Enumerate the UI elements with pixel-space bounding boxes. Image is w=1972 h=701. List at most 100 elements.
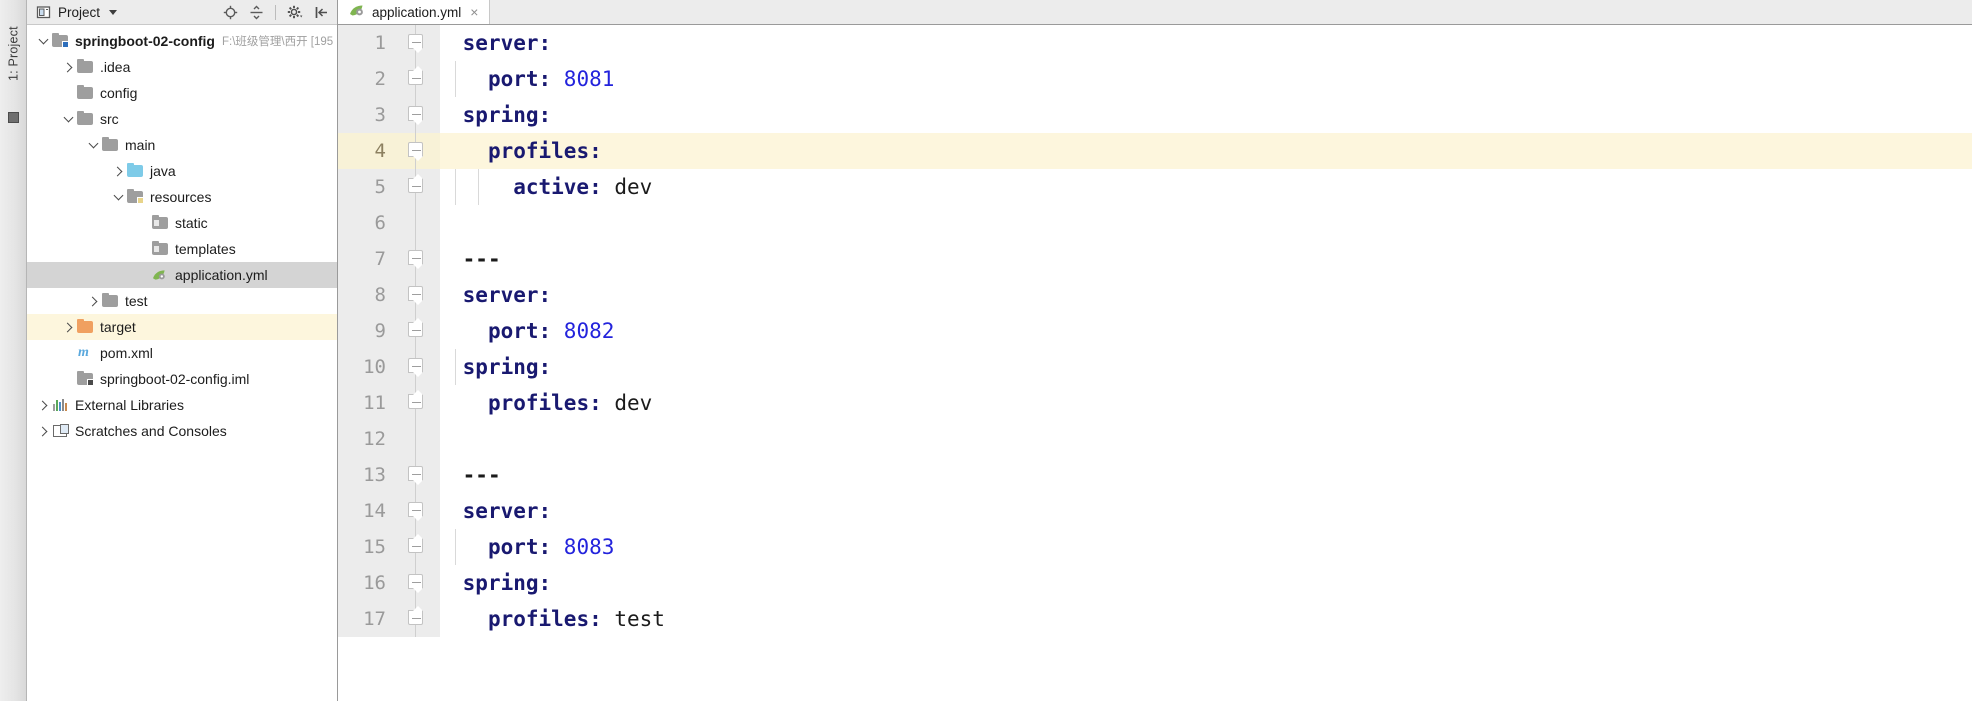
- code-line[interactable]: 2 port: 8081: [338, 61, 1972, 97]
- chevron-right-icon: [62, 322, 73, 332]
- project-tree[interactable]: springboot-02-config F:\班级管理\西开 [19525] .i…: [27, 25, 337, 701]
- code-line-text: server:: [462, 31, 552, 55]
- module-folder-icon: [52, 32, 70, 49]
- tree-twisty[interactable]: [85, 293, 102, 310]
- folder-grey-icon: [77, 84, 95, 101]
- tree-node-external-libraries[interactable]: External Libraries: [27, 392, 337, 418]
- code-line[interactable]: 1 server:: [338, 25, 1972, 61]
- tree-node-scratches-and-consoles[interactable]: Scratches and Consoles: [27, 418, 337, 444]
- fold-gutter[interactable]: [398, 61, 434, 97]
- line-number: 11: [338, 385, 398, 421]
- code-line[interactable]: 7 ---: [338, 241, 1972, 277]
- fold-gutter[interactable]: [398, 529, 434, 565]
- line-number: 17: [338, 601, 398, 637]
- editor-body[interactable]: 1 server: 2 port: 8081 3 spring: 4 profiles…: [338, 25, 1972, 701]
- fold-gutter[interactable]: [398, 205, 434, 241]
- tree-node-springboot-02-config[interactable]: springboot-02-config F:\班级管理\西开 [19525]: [27, 28, 337, 54]
- tree-twisty[interactable]: [85, 137, 102, 154]
- code-line-text: ---: [462, 463, 501, 487]
- tree-node-label: resources: [150, 189, 212, 205]
- line-number: 14: [338, 493, 398, 529]
- chevron-down-icon[interactable]: [109, 9, 118, 15]
- line-number: 16: [338, 565, 398, 601]
- tree-twisty[interactable]: [110, 189, 127, 206]
- tree-node-label: src: [100, 111, 119, 127]
- code-line[interactable]: 16 spring:: [338, 565, 1972, 601]
- fold-gutter[interactable]: [398, 385, 434, 421]
- tree-twisty[interactable]: [60, 111, 77, 128]
- folder-grey-icon: [102, 136, 120, 153]
- tree-node-idea[interactable]: .idea: [27, 54, 337, 80]
- code-line[interactable]: 13 ---: [338, 457, 1972, 493]
- tree-node-application-yml[interactable]: application.yml: [27, 262, 337, 288]
- tool-window-button-project[interactable]: 1: Project: [0, 6, 27, 101]
- locate-icon[interactable]: [220, 2, 240, 22]
- folder-grey-sub-icon: [152, 214, 170, 231]
- tree-node-templates[interactable]: templates: [27, 236, 337, 262]
- code-line[interactable]: 14 server:: [338, 493, 1972, 529]
- hide-panel-icon[interactable]: [311, 2, 331, 22]
- fold-gutter[interactable]: [398, 421, 434, 457]
- tree-node-springboot-02-config-iml[interactable]: springboot-02-config.iml: [27, 366, 337, 392]
- code-line-text: spring:: [462, 571, 552, 595]
- tree-twisty[interactable]: [110, 163, 127, 180]
- fold-gutter[interactable]: [398, 241, 434, 277]
- tree-node-target[interactable]: target: [27, 314, 337, 340]
- fold-gutter[interactable]: [398, 169, 434, 205]
- tree-twisty[interactable]: [60, 319, 77, 336]
- code-line-text: profiles: dev: [487, 391, 653, 415]
- code-line[interactable]: 5 active: dev: [338, 169, 1972, 205]
- code-line[interactable]: 11 profiles: dev: [338, 385, 1972, 421]
- tree-twisty[interactable]: [60, 59, 77, 76]
- editor-tab-application-yml[interactable]: application.yml ×: [338, 0, 491, 24]
- tree-node-label: java: [150, 163, 176, 179]
- tree-twisty: [60, 345, 77, 362]
- tree-node-pom-xml[interactable]: m pom.xml: [27, 340, 337, 366]
- tree-twisty[interactable]: [35, 33, 52, 50]
- settings-gear-icon[interactable]: [285, 2, 305, 22]
- fold-gutter[interactable]: [398, 313, 434, 349]
- code-line[interactable]: 6: [338, 205, 1972, 241]
- code-line-text: server:: [462, 499, 552, 523]
- fold-gutter[interactable]: [398, 493, 434, 529]
- code-line[interactable]: 4 profiles:: [338, 133, 1972, 169]
- tree-twisty: [135, 267, 152, 284]
- tree-node-resources[interactable]: resources: [27, 184, 337, 210]
- tree-twisty[interactable]: [35, 423, 52, 440]
- code-editor[interactable]: 1 server: 2 port: 8081 3 spring: 4 profiles…: [338, 25, 1972, 701]
- collapse-all-icon[interactable]: [246, 2, 266, 22]
- code-line[interactable]: 17 profiles: test: [338, 601, 1972, 637]
- tool-window-stripe-button[interactable]: [8, 112, 19, 123]
- close-icon[interactable]: ×: [470, 5, 478, 19]
- fold-gutter[interactable]: [398, 457, 434, 493]
- fold-gutter[interactable]: [398, 97, 434, 133]
- tree-node-main[interactable]: main: [27, 132, 337, 158]
- fold-gutter[interactable]: [398, 349, 434, 385]
- fold-marker-icon: [408, 316, 424, 337]
- tree-node-static[interactable]: static: [27, 210, 337, 236]
- fold-gutter[interactable]: [398, 565, 434, 601]
- fold-gutter[interactable]: [398, 277, 434, 313]
- code-line-text: server:: [462, 283, 552, 307]
- code-line[interactable]: 3 spring:: [338, 97, 1972, 133]
- project-panel-header: Project: [27, 0, 337, 25]
- tree-node-test[interactable]: test: [27, 288, 337, 314]
- code-line[interactable]: 9 port: 8082: [338, 313, 1972, 349]
- tree-twisty[interactable]: [35, 397, 52, 414]
- code-line[interactable]: 12: [338, 421, 1972, 457]
- fold-gutter[interactable]: [398, 133, 434, 169]
- tree-node-src[interactable]: src: [27, 106, 337, 132]
- fold-gutter[interactable]: [398, 25, 434, 61]
- fold-marker-icon: [408, 466, 424, 487]
- code-line[interactable]: 8 server:: [338, 277, 1972, 313]
- tree-node-java[interactable]: java: [27, 158, 337, 184]
- fold-gutter[interactable]: [398, 601, 434, 637]
- code-line-text: profiles: test: [487, 607, 665, 631]
- tree-node-label: External Libraries: [75, 397, 184, 413]
- code-line[interactable]: 10 spring:: [338, 349, 1972, 385]
- code-line[interactable]: 15 port: 8083: [338, 529, 1972, 565]
- code-line-text: spring:: [462, 103, 552, 127]
- tree-node-config[interactable]: config: [27, 80, 337, 106]
- editor-tab-label: application.yml: [372, 4, 462, 20]
- chevron-down-icon: [63, 112, 74, 123]
